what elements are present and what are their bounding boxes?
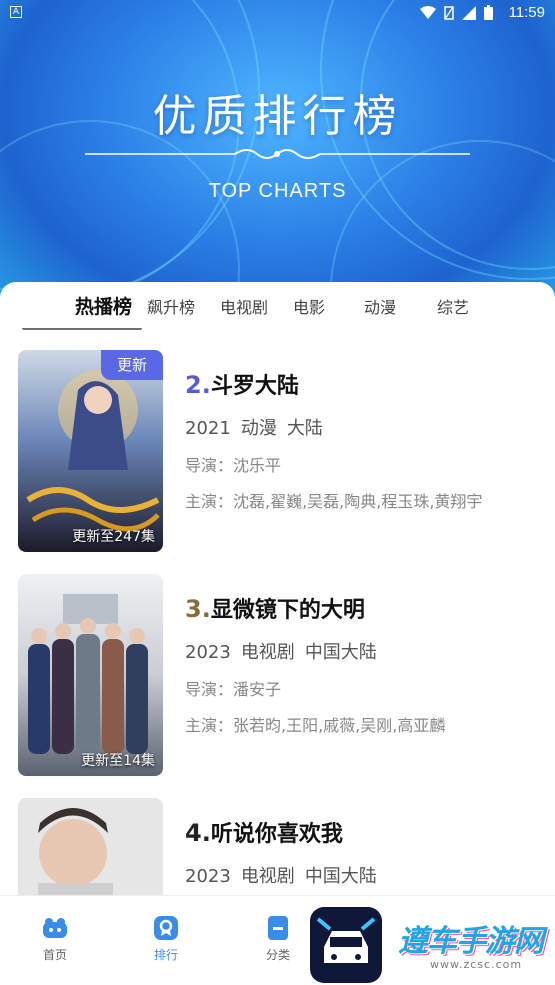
home-icon [43,918,67,938]
nav-ranking[interactable]: 排行 [136,916,196,963]
nav-home-label: 首页 [42,948,67,962]
tab-hot[interactable]: 热播榜 [75,292,132,319]
ranking-icon [154,916,178,940]
item-info: 3.显微镜下的大明 2023 电视剧 中国大陆 导演：潘安子 主演：张若昀,王阳,戚… [185,592,545,736]
poster-art [18,574,163,776]
car-icon [316,917,376,963]
item-title[interactable]: 斗罗大陆 [211,374,299,399]
item-genre: 电视剧 [240,866,295,887]
item-year: 2021 [185,418,231,439]
ornament-divider [85,149,470,159]
item-meta: 2021 动漫 大陆 [185,414,545,440]
list-item[interactable]: 更新至14集 3.显微镜下的大明 2023 电视剧 中国大陆 导演：潘安子 主演：张… [18,574,538,779]
watermark-text: 遵车手游网 [398,924,544,959]
notification-icon: A [10,6,22,18]
nav-home[interactable]: 首页 [25,916,85,963]
category-tabs: 热播榜 飙升榜 电视剧 电影 动漫 综艺 [0,282,555,328]
hero-banner: A 11:59 优质排行榜 TOP CHARTS [0,0,555,320]
app-screen: A 11:59 优质排行榜 TOP CHARTS 热播榜 飙升榜 电视剧 电影 … [0,0,555,985]
item-title[interactable]: 显微镜下的大明 [211,598,365,623]
page-subtitle: TOP CHARTS [208,180,347,202]
update-badge: 更新 [101,350,163,380]
item-year: 2023 [185,642,231,663]
previous-item-edge [22,328,142,330]
nav-ranking-label: 排行 [153,948,178,962]
rank-number: 4. [185,819,211,847]
list-item[interactable]: 更新 更新至247集 2.斗罗大陆 2021 动漫 大陆 导演：沈乐平 主演：沈磊,… [18,350,538,555]
item-genre: 电视剧 [240,642,295,663]
item-region: 中国大陆 [304,642,377,663]
battery-saver-icon [444,5,454,20]
item-meta: 2023 电视剧 中国大陆 [185,638,545,664]
signal-icon [462,5,476,20]
tab-anime[interactable]: 动漫 [364,294,396,318]
item-cast: 主演：沈磊,翟巍,吴磊,陶典,程玉珠,黄翔宇 [185,492,483,511]
item-title[interactable]: 听说你喜欢我 [211,822,343,847]
item-genre: 动漫 [240,418,277,439]
nav-category-label: 分类 [265,948,290,962]
tab-movie[interactable]: 电影 [293,294,325,318]
item-director: 导演：潘安子 [185,680,282,699]
tab-variety[interactable]: 综艺 [437,294,469,318]
tab-rising[interactable]: 飙升榜 [147,294,195,318]
wifi-icon [420,5,436,19]
battery-icon [484,5,493,20]
episode-count: 更新至14集 [81,753,155,769]
category-icon [268,916,288,940]
tab-tv[interactable]: 电视剧 [220,294,268,318]
item-cast: 主演：张若昀,王阳,戚薇,吴刚,高亚麟 [185,716,446,735]
item-info: 2.斗罗大陆 2021 动漫 大陆 导演：沈乐平 主演：沈磊,翟巍,吴磊,陶典,程玉… [185,368,545,512]
watermark-url: www.zcsc.com [430,958,523,971]
poster-image[interactable]: 更新至14集 [18,574,163,776]
watermark-logo [310,907,382,983]
poster-art [18,350,163,552]
rank-number: 2. [185,371,211,399]
item-region: 大陆 [286,418,323,439]
clock: 11:59 [508,4,545,21]
item-info: 4.听说你喜欢我 2023 电视剧 中国大陆 [185,816,545,888]
page-title: 优质排行榜 [152,91,403,142]
nav-category[interactable]: 分类 [248,916,308,963]
episode-count: 更新至247集 [72,529,155,545]
item-region: 中国大陆 [304,866,377,887]
ranking-list[interactable]: 更新 更新至247集 2.斗罗大陆 2021 动漫 大陆 导演：沈乐平 主演：沈磊,… [0,328,555,932]
ranking-sheet: 热播榜 飙升榜 电视剧 电影 动漫 综艺 更新 更新至247集 2.斗罗大陆 2… [0,282,555,932]
item-director: 导演：沈乐平 [185,456,282,475]
item-year: 2023 [185,866,231,887]
rank-number: 3. [185,595,211,623]
item-meta: 2023 电视剧 中国大陆 [185,862,545,888]
status-bar: A 11:59 [0,0,555,26]
poster-image[interactable]: 更新 更新至247集 [18,350,163,552]
